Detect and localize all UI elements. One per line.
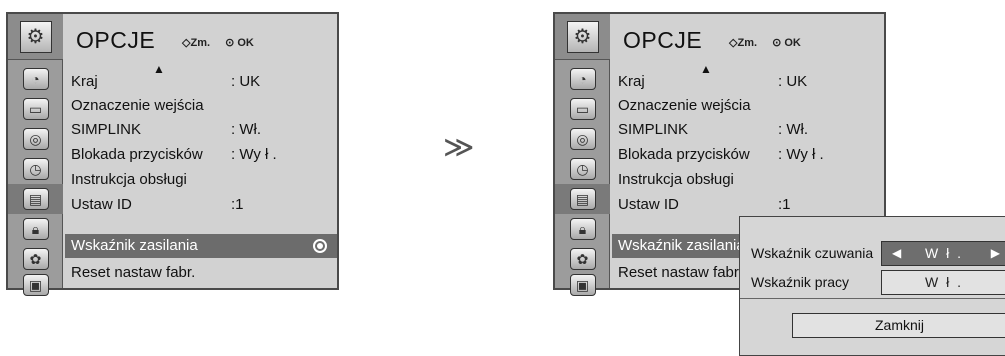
- picture-icon[interactable]: ▣: [8, 270, 63, 300]
- options-icon[interactable]: ▤: [555, 184, 610, 214]
- menu-title: OPCJE: [623, 27, 703, 53]
- power-light-value: W ł .: [925, 274, 963, 290]
- menu-item-kraj[interactable]: Kraj: UK: [71, 70, 260, 94]
- menu-item-set-id[interactable]: Ustaw ID:1: [618, 193, 791, 217]
- standby-light-label: Wskaźnik czuwania: [751, 245, 874, 261]
- menu-item-input-label[interactable]: Oznaczenie wejścia: [618, 94, 751, 118]
- nav-hints: ◇Zm. ⊙ OK: [182, 36, 254, 49]
- step-arrow-icon: ≫: [443, 131, 475, 164]
- menu-item-factory-reset[interactable]: Reset nastaw fabr.: [618, 261, 742, 285]
- power-light-label: Wskaźnik pracy: [751, 274, 850, 290]
- menu-title: OPCJE: [76, 27, 156, 53]
- scroll-up-icon[interactable]: ▲: [153, 62, 165, 76]
- tv-icon[interactable]: ▭: [8, 94, 63, 124]
- menu-item-kraj[interactable]: Kraj: UK: [618, 70, 807, 94]
- tv-icon[interactable]: ▭: [555, 94, 610, 124]
- arrow-left-icon[interactable]: ◀: [892, 242, 901, 265]
- speaker-icon[interactable]: ◎: [8, 124, 63, 154]
- selected-radio-icon: [313, 239, 327, 253]
- standby-light-selector[interactable]: ◀ W ł . ▶: [881, 241, 1005, 266]
- power-indicator-popup: Wskaźnik czuwania ◀ W ł . ▶ Wskaźnik pra…: [739, 216, 1005, 356]
- speaker-icon[interactable]: ◎: [555, 124, 610, 154]
- move-arrows-icon: ◇: [729, 37, 738, 49]
- options-category-icon: ⚙: [555, 14, 610, 60]
- menu-item-simplink[interactable]: SIMPLINK: Wł.: [618, 118, 808, 142]
- lock-icon[interactable]: 🔒︎: [8, 214, 63, 244]
- power-light-selector[interactable]: W ł .: [881, 270, 1005, 295]
- menu-item-power-indicator[interactable]: Wskaźnik zasilania: [65, 234, 337, 258]
- menu-item-key-lock[interactable]: Blokada przycisków: Wy ł .: [618, 143, 824, 167]
- menu-item-set-id[interactable]: Ustaw ID:1: [71, 193, 244, 217]
- options-category-icon: ⚙: [8, 14, 63, 60]
- arrow-right-icon[interactable]: ▶: [991, 242, 1000, 265]
- ok-button-icon: ⊙: [772, 37, 782, 49]
- menu-item-input-label[interactable]: Oznaczenie wejścia: [71, 94, 204, 118]
- icon-column: ⚙ ◔ ▭ ◎ ◷ ▤ 🔒︎ ✿ ▣: [8, 14, 63, 296]
- close-button[interactable]: Zamknij: [792, 313, 1005, 338]
- scroll-up-icon[interactable]: ▲: [700, 62, 712, 76]
- options-menu-left: ⚙ ◔ ▭ ◎ ◷ ▤ 🔒︎ ✿ ▣ OPCJE ◇Zm. ⊙ OK ▲ Kra…: [6, 12, 339, 296]
- hint-ok: OK: [237, 37, 254, 49]
- clock-icon[interactable]: ◷: [555, 154, 610, 184]
- menu-item-manual[interactable]: Instrukcja obsługi: [71, 168, 187, 192]
- picture-icon[interactable]: ▣: [555, 270, 610, 300]
- standby-light-value: W ł .: [925, 245, 963, 261]
- menu-item-factory-reset[interactable]: Reset nastaw fabr.: [71, 261, 195, 285]
- menu-item-simplink[interactable]: SIMPLINK: Wł.: [71, 118, 261, 142]
- options-icon[interactable]: ▤: [8, 184, 63, 214]
- clock-icon[interactable]: ◷: [8, 154, 63, 184]
- nav-hints: ◇Zm. ⊙ OK: [729, 36, 801, 49]
- lock-icon[interactable]: 🔒︎: [555, 214, 610, 244]
- menu-item-key-lock[interactable]: Blokada przycisków: Wy ł .: [71, 143, 277, 167]
- hint-move: Zm.: [737, 37, 758, 49]
- satellite-icon[interactable]: ◔: [555, 64, 610, 94]
- satellite-icon[interactable]: ◔: [8, 64, 63, 94]
- icon-column: ⚙ ◔ ▭ ◎ ◷ ▤ 🔒︎ ✿ ▣: [555, 14, 610, 296]
- move-arrows-icon: ◇: [182, 37, 191, 49]
- hint-move: Zm.: [190, 37, 211, 49]
- ok-button-icon: ⊙: [225, 37, 235, 49]
- menu-item-manual[interactable]: Instrukcja obsługi: [618, 168, 734, 192]
- popup-divider: [740, 298, 1005, 299]
- hint-ok: OK: [784, 37, 801, 49]
